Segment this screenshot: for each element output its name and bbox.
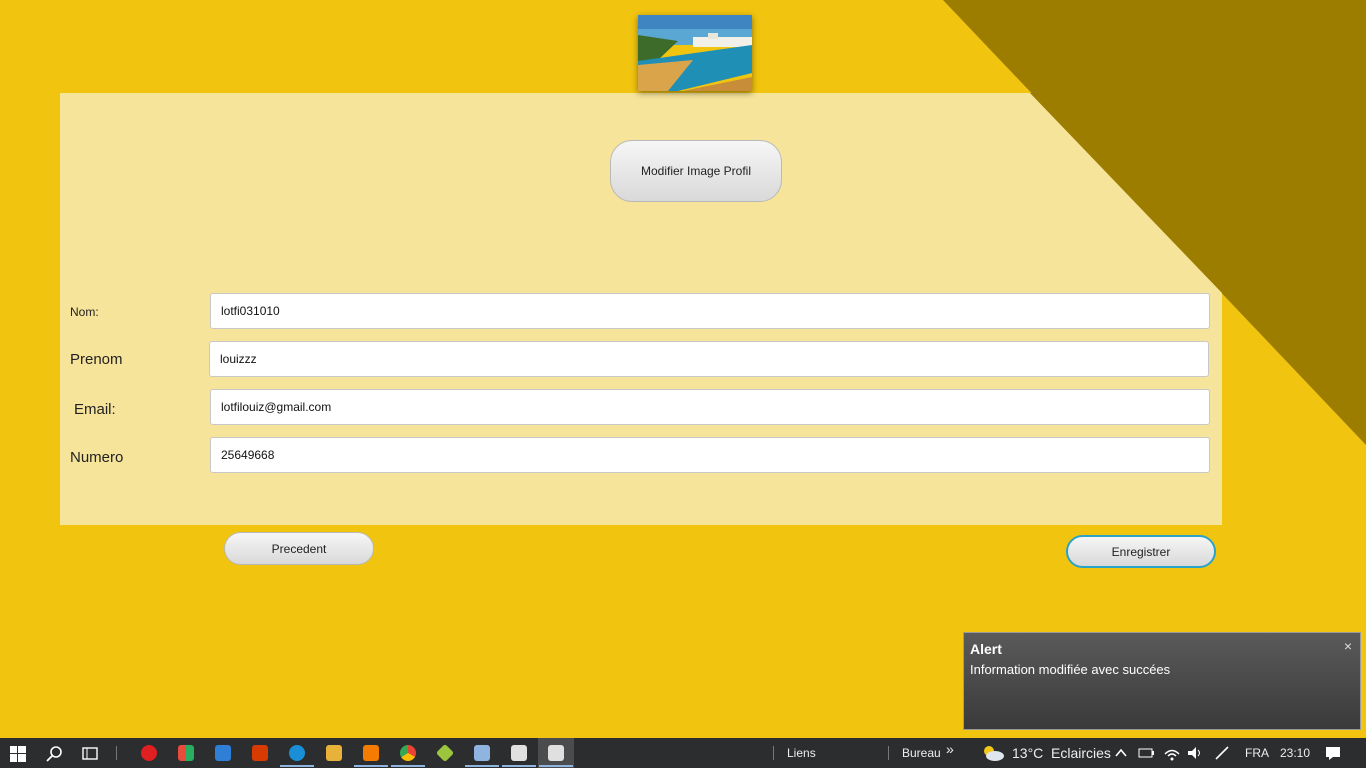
- email-field[interactable]: lotfilouiz@gmail.com: [210, 389, 1210, 425]
- prenom-label: Prenom: [70, 351, 123, 368]
- battery-icon[interactable]: [1138, 747, 1156, 759]
- modify-profile-image-button[interactable]: Modifier Image Profil: [610, 140, 782, 202]
- bureau-toolbar[interactable]: Bureau: [902, 746, 941, 760]
- weather-description[interactable]: Eclaircies: [1051, 745, 1111, 761]
- search-icon[interactable]: [46, 745, 64, 763]
- numero-label: Numero: [70, 449, 124, 466]
- alert-title: Alert: [970, 641, 1002, 657]
- xampp-icon[interactable]: [363, 745, 379, 761]
- office-icon[interactable]: [252, 745, 268, 761]
- volume-icon[interactable]: [1186, 745, 1204, 761]
- toolbar-chevron-icon[interactable]: »: [946, 741, 954, 757]
- precedent-button[interactable]: Precedent: [224, 532, 374, 565]
- pen-ink-icon[interactable]: [1213, 745, 1231, 761]
- java-app-active-icon[interactable]: [548, 745, 564, 761]
- email-label: Email:: [74, 401, 116, 418]
- alert-notification: Alert Information modifiée avec succées …: [963, 632, 1361, 730]
- app-box-icon[interactable]: [474, 745, 490, 761]
- mail-icon[interactable]: [215, 745, 231, 761]
- opera-browser-icon[interactable]: [141, 745, 157, 761]
- prenom-field[interactable]: louizzz: [209, 341, 1209, 377]
- task-view-icon[interactable]: [82, 746, 98, 762]
- numero-field[interactable]: 25649668: [210, 437, 1210, 473]
- chevron-up-icon[interactable]: [1114, 747, 1128, 759]
- nom-field[interactable]: lotfi031010: [210, 293, 1210, 329]
- alert-message: Information modifiée avec succées: [970, 662, 1171, 677]
- taskbar: Liens Bureau » 13°C Eclaircies FRA 23:10: [0, 738, 1366, 768]
- profile-image: [638, 15, 752, 91]
- close-icon[interactable]: ×: [1344, 638, 1352, 654]
- git-icon[interactable]: [435, 743, 455, 763]
- windows-start-icon[interactable]: [10, 746, 26, 762]
- java-icon[interactable]: [511, 745, 527, 761]
- liens-toolbar[interactable]: Liens: [787, 746, 816, 760]
- weather-cloud-sun-icon[interactable]: [981, 743, 1005, 763]
- notifications-icon[interactable]: [1325, 746, 1341, 761]
- microsoft-store-icon[interactable]: [178, 745, 194, 761]
- clock[interactable]: 23:10: [1280, 746, 1310, 760]
- chrome-browser-icon[interactable]: [400, 745, 416, 761]
- weather-temperature[interactable]: 13°C: [1012, 745, 1043, 761]
- enregistrer-button[interactable]: Enregistrer: [1066, 535, 1216, 568]
- wifi-icon[interactable]: [1163, 745, 1181, 761]
- language-indicator[interactable]: FRA: [1245, 746, 1269, 760]
- nom-label: Nom:: [70, 305, 99, 319]
- file-explorer-icon[interactable]: [326, 745, 342, 761]
- edge-browser-icon[interactable]: [289, 745, 305, 761]
